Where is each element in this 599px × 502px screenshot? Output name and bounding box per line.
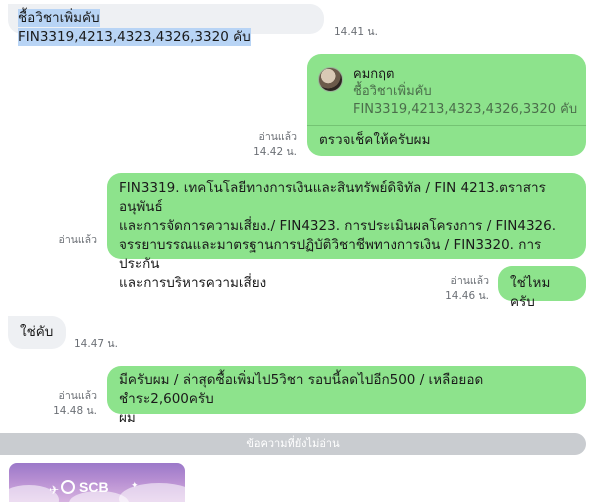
scb-logo-text: SCB — [79, 479, 109, 495]
message-time: 14.41 น. — [334, 26, 378, 38]
outgoing-message[interactable]: มีครับผม / ล่าสุดซื้อเพิ่มไป5วิชา รอบนี้… — [107, 366, 586, 426]
quoted-text: ชื้อวิชาเพิ่มคับ FIN3319,4213,4323,4326,… — [353, 84, 578, 117]
message-time: 14.47 น. — [74, 338, 118, 350]
outgoing-message[interactable]: ใช่ไหมครับ — [498, 266, 586, 310]
message-time: 14.42 น. — [253, 146, 297, 158]
reply-divider — [307, 125, 586, 126]
quoted-message[interactable]: คมกฤต ชื้อวิชาเพิ่มคับ FIN3319,4213,4323… — [315, 62, 578, 118]
message-line: มีครับผม / ล่าสุดซื้อเพิ่มไป5วิชา รอบนี้… — [119, 372, 484, 407]
message-time: 14.46 น. — [445, 290, 489, 302]
avatar — [318, 67, 343, 92]
incoming-message[interactable]: ใช่คับ — [8, 316, 66, 349]
message-text: ตรวจเช็คให้ครับผม — [319, 132, 431, 148]
outgoing-reply-message[interactable]: คมกฤต ชื้อวิชาเพิ่มคับ FIN3319,4213,4323… — [307, 54, 586, 156]
incoming-message[interactable]: ชื้อวิชาเพิ่มคับ FIN3319,4213,4323,4326,… — [8, 4, 324, 46]
read-status: อ่านแล้ว — [58, 390, 97, 402]
quoted-sender-name: คมกฤต — [353, 67, 395, 82]
message-text: ใช่ไหมครับ — [510, 275, 551, 310]
read-status: อ่านแล้ว — [258, 131, 297, 143]
message-text: ใช่คับ — [20, 324, 54, 340]
message-line: ผม — [119, 410, 136, 426]
chat-area: ชื้อวิชาเพิ่มคับ FIN3319,4213,4323,4326,… — [0, 0, 599, 502]
bird-icon: ✈ — [49, 483, 60, 497]
unread-messages-divider: ข้อความที่ยังไม่อ่าน — [0, 433, 586, 455]
cloud-decoration — [119, 483, 185, 502]
message-line: และการจัดการความเสี่ยง./ FIN4323. การประ… — [119, 218, 557, 234]
outgoing-message[interactable]: FIN3319. เทคโนโลยีทางการเงินและสินทรัพย์… — [107, 173, 586, 291]
message-text: ชื้อวิชาเพิ่มคับ FIN3319,4213,4323,4326,… — [18, 9, 251, 46]
scb-logo-mark-icon — [61, 480, 75, 494]
message-line: FIN3319. เทคโนโลยีทางการเงินและสินทรัพย์… — [119, 180, 546, 215]
read-status: อ่านแล้ว — [450, 275, 489, 287]
sparkle-icon: ✦ — [131, 481, 139, 491]
image-message-thumbnail[interactable]: ✈ SCB ✦ — [9, 463, 185, 502]
read-status: อ่านแล้ว — [58, 234, 97, 246]
message-time: 14.48 น. — [53, 405, 97, 417]
